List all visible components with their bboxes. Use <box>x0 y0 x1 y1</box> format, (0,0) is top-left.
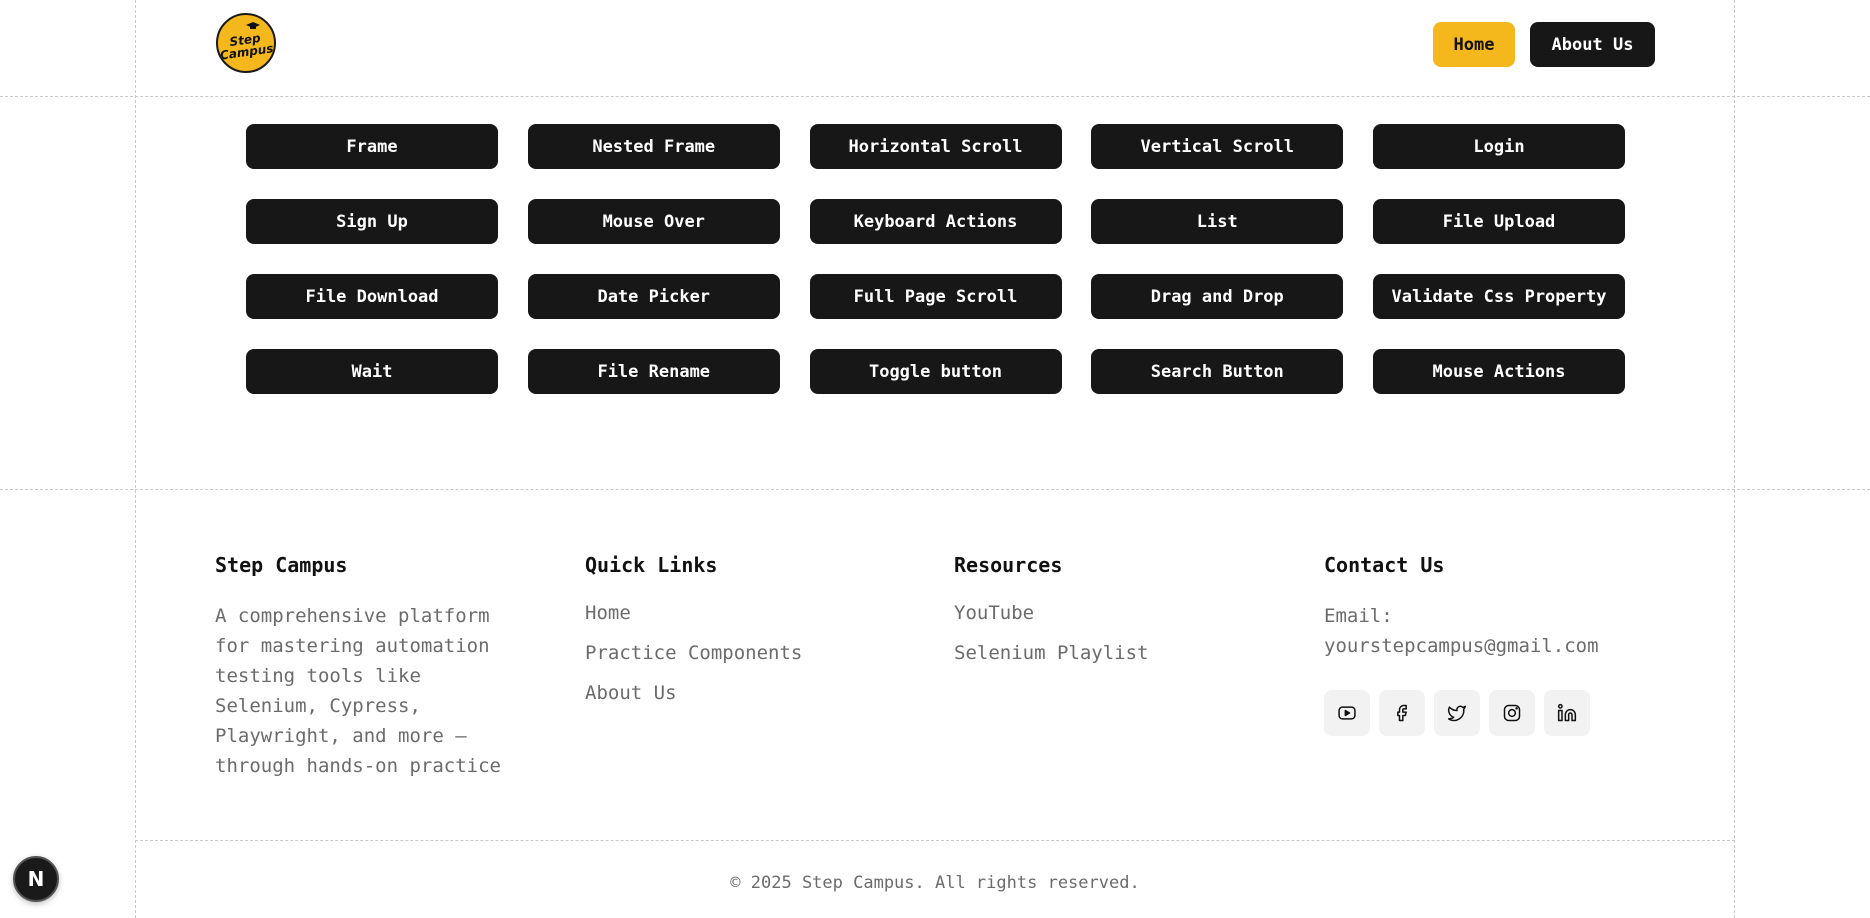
search-button-button[interactable]: Search Button <box>1091 349 1344 394</box>
wait-button[interactable]: Wait <box>246 349 498 394</box>
file-rename-button[interactable]: File Rename <box>527 349 780 394</box>
logo-text: Step Campus <box>218 30 274 63</box>
nextjs-n-icon: N <box>27 867 45 891</box>
facebook-link[interactable] <box>1379 690 1425 736</box>
footer-link-home[interactable]: Home <box>585 601 802 625</box>
horizontal-scroll-button[interactable]: Horizontal Scroll <box>809 124 1062 169</box>
linkedin-link[interactable] <box>1544 690 1590 736</box>
file-download-button[interactable]: File Download <box>246 274 498 319</box>
mouse-over-button[interactable]: Mouse Over <box>527 199 780 244</box>
footer-resources: Resources YouTube Selenium Playlist <box>954 552 1148 681</box>
footer-link-about-us[interactable]: About Us <box>585 681 802 705</box>
step-campus-logo[interactable]: Step Campus <box>216 13 276 73</box>
nav-home-button[interactable]: Home <box>1433 22 1515 67</box>
footer-about-title: Step Campus <box>215 553 348 577</box>
validate-css-property-button[interactable]: Validate Css Property <box>1373 274 1625 319</box>
mouse-actions-button[interactable]: Mouse Actions <box>1373 349 1625 394</box>
nav-about-us-button[interactable]: About Us <box>1530 22 1655 67</box>
instagram-link[interactable] <box>1489 690 1535 736</box>
footer-quick-links-title: Quick Links <box>585 553 718 577</box>
email-label: Email: <box>1324 605 1393 627</box>
full-page-scroll-button[interactable]: Full Page Scroll <box>809 274 1062 319</box>
list-button[interactable]: List <box>1091 199 1344 244</box>
keyboard-actions-button[interactable]: Keyboard Actions <box>809 199 1062 244</box>
copyright-divider <box>135 840 1735 841</box>
nested-frame-button[interactable]: Nested Frame <box>527 124 780 169</box>
facebook-icon <box>1397 704 1407 722</box>
copyright-text: © 2025 Step Campus. All rights reserved. <box>730 873 1140 893</box>
footer-divider <box>0 489 1870 490</box>
youtube-link[interactable] <box>1324 690 1370 736</box>
footer-link-selenium-playlist[interactable]: Selenium Playlist <box>954 641 1148 665</box>
file-upload-button[interactable]: File Upload <box>1373 199 1625 244</box>
vertical-scroll-button[interactable]: Vertical Scroll <box>1091 124 1344 169</box>
footer-contact: Contact Us Email: yourstepcampus@gmail.c… <box>1324 552 1599 661</box>
login-button[interactable]: Login <box>1373 124 1625 169</box>
footer-contact-title: Contact Us <box>1324 553 1445 577</box>
footer-link-practice-components[interactable]: Practice Components <box>585 641 802 665</box>
guide-line-left <box>135 0 136 918</box>
footer-link-youtube[interactable]: YouTube <box>954 601 1148 625</box>
footer-quick-links: Quick Links Home Practice Components Abo… <box>585 552 802 721</box>
toggle-button-button[interactable]: Toggle button <box>809 349 1062 394</box>
practice-components-grid: Frame Nested Frame Horizontal Scroll Ver… <box>246 124 1625 394</box>
instagram-icon <box>1503 704 1521 722</box>
footer-about: Step Campus A comprehensive platform for… <box>215 552 525 781</box>
sign-up-button[interactable]: Sign Up <box>246 199 498 244</box>
twitter-link[interactable] <box>1434 690 1480 736</box>
email-address[interactable]: yourstepcampus@gmail.com <box>1324 631 1599 661</box>
footer-resources-title: Resources <box>954 553 1063 577</box>
footer-about-description: A comprehensive platform for mastering a… <box>215 605 501 777</box>
header-divider <box>0 96 1870 97</box>
guide-line-right <box>1734 0 1735 918</box>
linkedin-icon <box>1557 703 1577 722</box>
social-links <box>1324 690 1590 736</box>
nextjs-dev-badge[interactable]: N <box>13 856 59 902</box>
twitter-icon <box>1447 705 1467 722</box>
youtube-icon <box>1338 706 1356 720</box>
drag-and-drop-button[interactable]: Drag and Drop <box>1091 274 1344 319</box>
frame-button[interactable]: Frame <box>246 124 498 169</box>
page: Step Campus Home About Us Frame Nested F… <box>0 0 1870 918</box>
date-picker-button[interactable]: Date Picker <box>527 274 780 319</box>
graduation-cap-icon <box>246 22 260 29</box>
